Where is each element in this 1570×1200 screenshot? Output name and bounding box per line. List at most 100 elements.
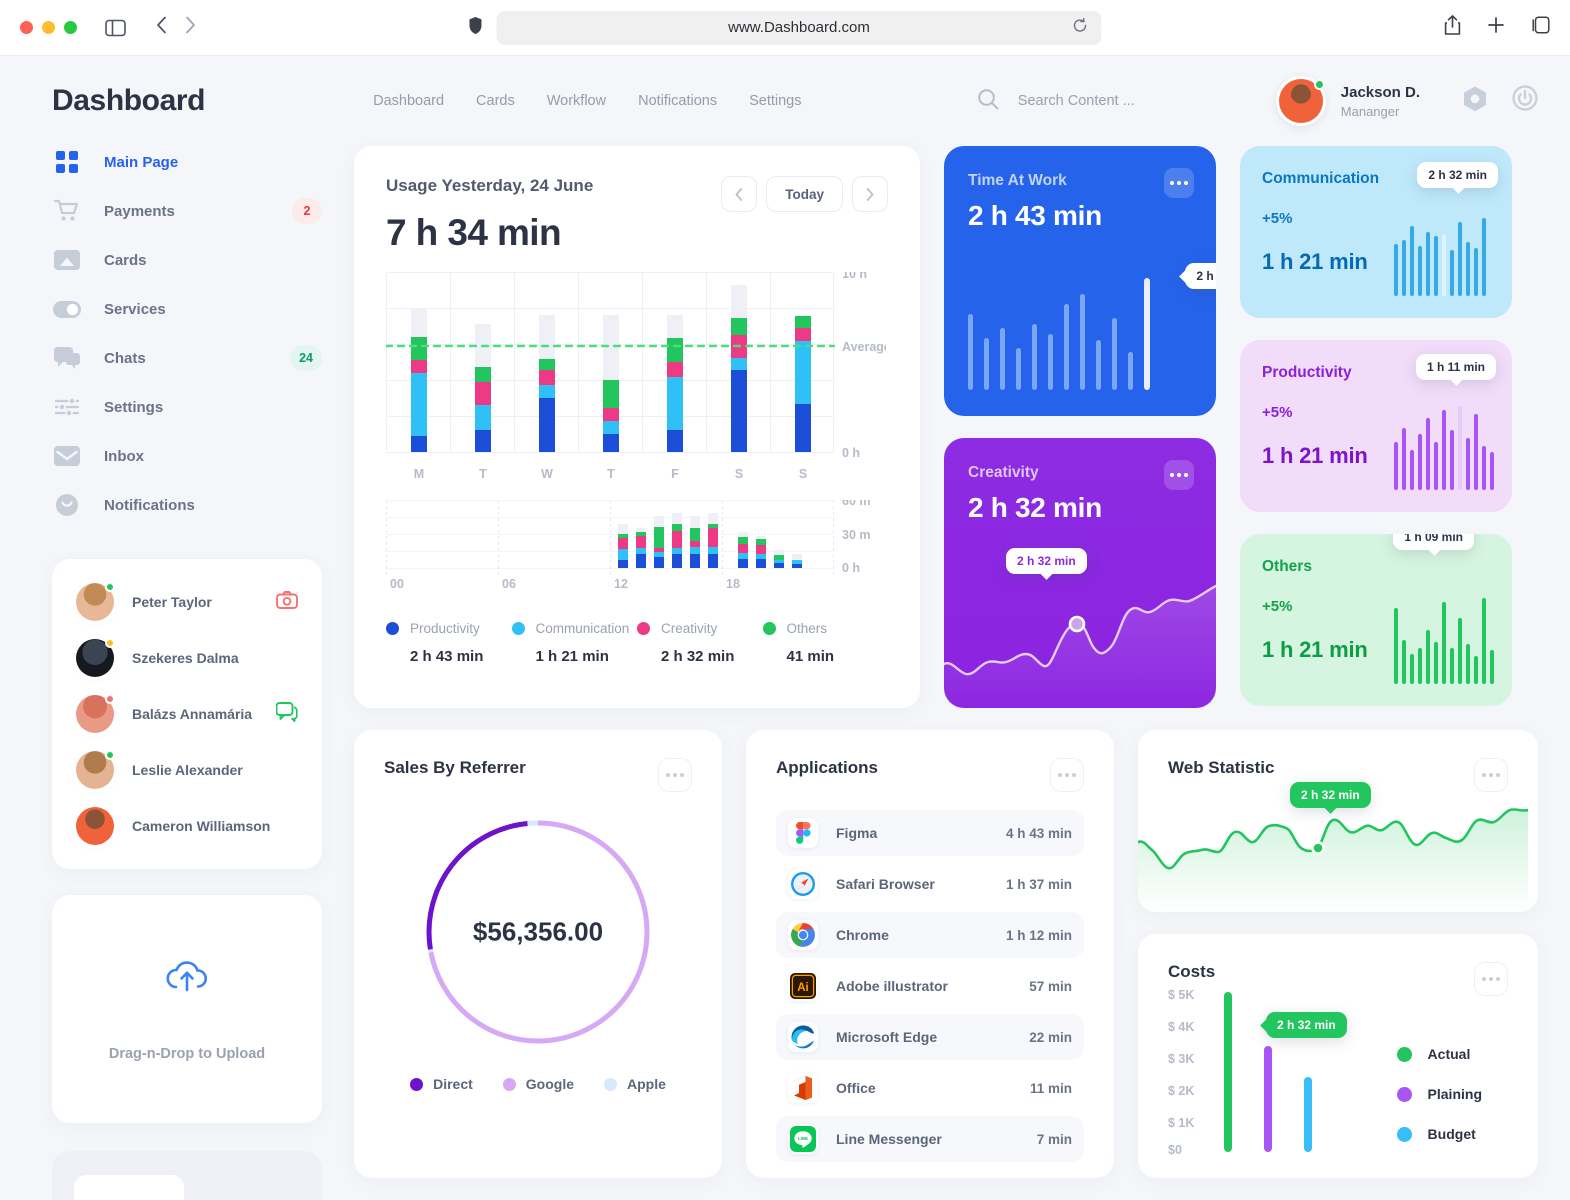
list-item[interactable]: Office 11 min [776,1065,1084,1111]
tabs-icon[interactable] [1531,16,1550,39]
address-bar[interactable]: www.Dashboard.com [496,10,1102,45]
list-item[interactable]: Figma 4 h 43 min [776,810,1084,856]
tooltip: 2 h 32 min [1290,782,1371,808]
legend-label: Plaining [1427,1086,1482,1102]
legend-dot [410,1077,424,1091]
sidebar-item-main-page[interactable]: Main Page [52,146,322,178]
upload-dropzone[interactable]: Drag-n-Drop to Upload [52,895,322,1123]
maximize-window-button[interactable] [64,21,77,34]
list-item[interactable]: LINE Line Messenger 7 min [776,1116,1084,1162]
card-menu-button[interactable] [658,758,692,792]
legend-label: Apple [627,1076,666,1092]
card-menu-button[interactable] [1164,460,1194,490]
reload-icon[interactable] [1073,17,1088,37]
sidebar-item-settings[interactable]: Settings [52,391,322,423]
app-time: 4 h 43 min [1005,825,1072,841]
nav-notifications[interactable]: Notifications [638,93,717,109]
usage-legend: Productivity 2 h 43 min Communication 1 … [386,621,888,665]
close-window-button[interactable] [20,21,33,34]
prev-day-button[interactable] [721,176,758,212]
forward-icon[interactable] [185,16,196,39]
card-menu-button[interactable] [1164,168,1194,198]
search-area[interactable] [976,87,1228,116]
svg-text:60 m: 60 m [842,500,871,508]
status-dot [105,750,115,760]
nav-workflow[interactable]: Workflow [547,93,606,109]
browser-chrome-bar: www.Dashboard.com [0,0,1570,56]
next-day-button[interactable] [852,176,888,212]
nav-cards[interactable]: Cards [476,93,515,109]
svg-text:S: S [799,467,807,481]
svg-text:T: T [607,467,615,481]
svg-text:Ai: Ai [797,982,809,994]
svg-text:06: 06 [502,577,516,591]
payments-badge: 2 [292,198,322,224]
new-tab-icon[interactable] [1487,16,1505,39]
search-icon[interactable] [976,87,1000,116]
chart-marker [1068,615,1086,633]
right-charts-column: Web Statistic 2 h 32 min .web- [1138,730,1538,1178]
legend-label: Direct [433,1076,473,1092]
legend-label: Actual [1427,1046,1471,1062]
app-logo: Dashboard [52,84,206,117]
sidebar-item-chats[interactable]: Chats 24 [52,342,322,374]
app-name: Line Messenger [836,1131,942,1147]
legend-dot [1396,1086,1412,1102]
window-traffic-lights[interactable] [20,21,77,34]
bell-icon [52,490,82,520]
sidebar-label: Cards [104,251,147,269]
settings-hex-icon[interactable] [1462,85,1488,118]
sidebar-label: Inbox [104,447,144,465]
shield-icon[interactable] [469,16,483,40]
card-value: 2 h 32 min [968,492,1102,523]
creativity-card: Creativity 2 h 32 min 2 h 32 min [944,438,1216,708]
search-input[interactable] [1017,93,1228,109]
card-menu-button[interactable] [1474,758,1508,792]
sales-by-referrer-card: Sales By Referrer $56,356.00 Direct Goog… [354,730,722,1178]
list-item[interactable]: Ai Adobe illustrator 57 min [776,963,1084,1009]
nav-dashboard[interactable]: Dashboard [373,93,444,109]
share-icon[interactable] [1444,15,1461,40]
list-item[interactable]: Cameron Williamson [70,801,304,851]
message-icon[interactable] [275,701,298,727]
back-icon[interactable] [156,16,167,39]
svg-text:$0: $0 [1168,1143,1182,1156]
sidebar-item-payments[interactable]: Payments 2 [52,195,322,227]
today-button[interactable]: Today [766,176,843,212]
list-item[interactable]: Balázs Annamária [70,689,304,739]
app-name: Figma [836,825,878,841]
legend-item-productivity: Productivity 2 h 43 min [386,621,512,665]
avatar[interactable] [1275,76,1326,126]
card-menu-button[interactable] [1050,758,1084,792]
bar-actual [1224,992,1232,1152]
list-item[interactable]: Peter Taylor [70,577,304,627]
power-icon[interactable] [1512,84,1538,118]
legend-item-direct: Direct [410,1076,473,1092]
list-item[interactable]: Safari Browser 1 h 37 min [776,861,1084,907]
costs-card: Costs $ 5K $ 4K $ 3K $ 2K $ 1K $0 2 h 32… [1138,934,1538,1178]
camera-icon[interactable] [276,590,298,614]
sidebar-item-services[interactable]: Services [52,293,322,325]
sidebar-icon[interactable] [105,19,126,37]
list-item[interactable]: Leslie Alexander [70,745,304,795]
minimize-window-button[interactable] [42,21,55,34]
bar-plaining [1264,1046,1272,1152]
svg-text:$ 2K: $ 2K [1168,1084,1194,1098]
status-dot [105,582,115,592]
legend-value: 1 h 21 min [535,648,609,665]
legend-label: Google [525,1076,575,1092]
user-profile[interactable]: Jackson D. Mananger [1275,76,1420,126]
nav-settings[interactable]: Settings [749,93,801,109]
chrome-icon [788,920,818,950]
sidebar-item-cards[interactable]: Cards [52,244,322,276]
status-dot [105,638,115,648]
list-item[interactable]: Microsoft Edge 22 min [776,1014,1084,1060]
highlighted-bar [1144,278,1150,390]
legend-value: 41 min [786,648,835,665]
sidebar-item-notifications[interactable]: Notifications [52,489,322,521]
communication-card: Communication +5% 1 h 21 min 2 h 32 min [1240,146,1512,318]
list-item[interactable]: Chrome 1 h 12 min [776,912,1084,958]
card-menu-button[interactable] [1474,962,1508,996]
sidebar-item-inbox[interactable]: Inbox [52,440,322,472]
list-item[interactable]: Szekeres Dalma [70,633,304,683]
